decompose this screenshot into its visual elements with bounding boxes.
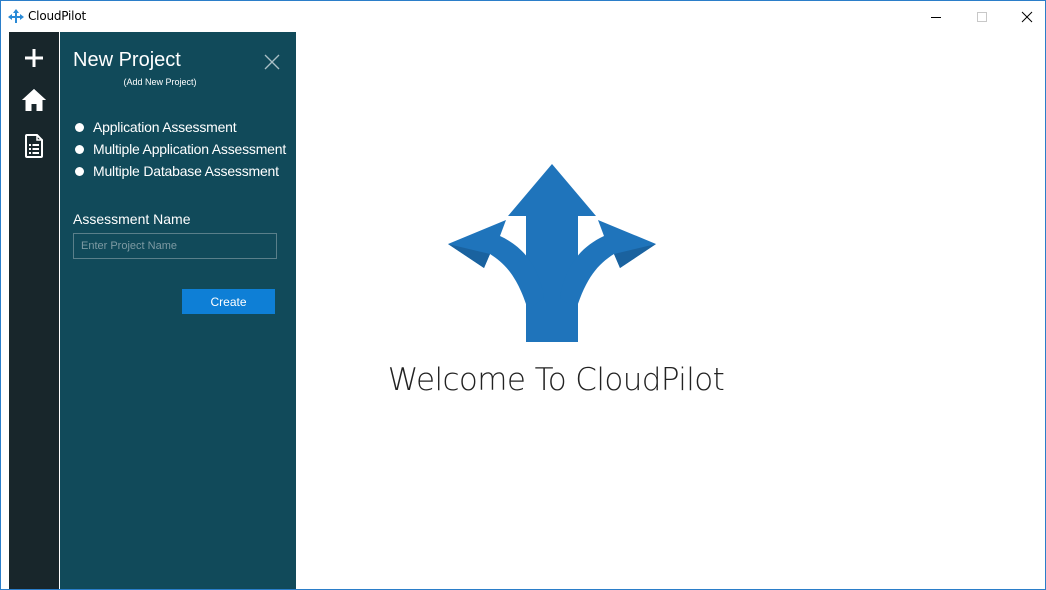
cloudpilot-arrows-logo-icon <box>448 164 656 342</box>
close-icon <box>1021 11 1033 22</box>
maximize-icon <box>977 11 987 22</box>
minimize-icon <box>931 16 941 18</box>
title-bar[interactable]: CloudPilot <box>1 1 1045 32</box>
option-label: Application Assessment <box>93 119 237 135</box>
report-icon <box>25 134 43 158</box>
option-label: Multiple Database Assessment <box>93 163 279 179</box>
welcome-heading: Welcome To CloudPilot <box>387 362 725 398</box>
option-application-assessment[interactable]: Application Assessment <box>75 116 286 138</box>
sidebar-item-reports[interactable] <box>9 126 59 166</box>
home-icon <box>22 89 46 111</box>
panel-subtitle: (Add New Project) <box>123 77 197 87</box>
radio-dot-icon[interactable] <box>75 144 84 154</box>
radio-dot-icon[interactable] <box>75 166 84 176</box>
icon-sidebar <box>9 32 59 589</box>
minimize-button[interactable] <box>913 1 959 32</box>
cloudpilot-logo-icon <box>8 9 24 23</box>
new-project-panel: New Project (Add New Project) Applicatio… <box>60 32 296 589</box>
main-content: Welcome To CloudPilot <box>296 32 1045 589</box>
sidebar-item-new-project[interactable] <box>9 38 59 78</box>
option-multiple-application-assessment[interactable]: Multiple Application Assessment <box>75 138 286 160</box>
maximize-button[interactable] <box>959 1 1005 32</box>
project-name-input[interactable] <box>73 233 277 259</box>
window-title: CloudPilot <box>28 9 86 23</box>
assessment-type-options: Application Assessment Multiple Applicat… <box>75 116 286 182</box>
plus-icon <box>25 49 43 67</box>
app-window: CloudPilot New Project (Add New Project)… <box>0 0 1046 590</box>
option-label: Multiple Application Assessment <box>93 141 287 157</box>
create-button[interactable]: Create <box>182 289 275 314</box>
panel-title: New Project <box>73 49 181 71</box>
close-panel-icon[interactable] <box>262 52 282 72</box>
assessment-name-label: Assessment Name <box>73 211 191 227</box>
close-window-button[interactable] <box>1004 1 1045 32</box>
sidebar-item-home[interactable] <box>9 80 59 120</box>
option-multiple-database-assessment[interactable]: Multiple Database Assessment <box>75 160 286 182</box>
radio-dot-icon[interactable] <box>75 122 84 132</box>
